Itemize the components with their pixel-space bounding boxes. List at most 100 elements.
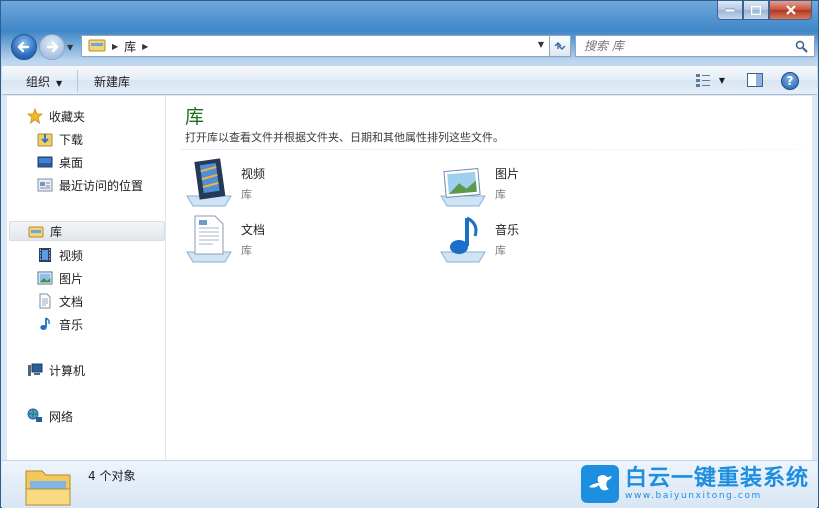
computer-icon <box>27 362 43 378</box>
library-name: 视频 <box>241 167 266 181</box>
desktop-icon <box>37 154 53 170</box>
sidebar-item-computer[interactable]: 计算机 <box>27 360 85 380</box>
sidebar-item-favorites[interactable]: 收藏夹 <box>27 106 85 126</box>
videos-icon <box>37 247 53 263</box>
explorer-window: ▼ ▶ 库 ▶ ▼ 组织 ▼ 新建库 <box>0 0 819 508</box>
maximize-button[interactable] <box>743 1 769 20</box>
sidebar-item-videos[interactable]: 视频 <box>37 245 83 265</box>
refresh-icon <box>554 42 566 50</box>
close-button[interactable] <box>769 1 812 20</box>
sidebar-item-label: 视频 <box>59 248 84 263</box>
search-icon[interactable] <box>795 40 808 56</box>
library-folder-icon <box>28 223 44 239</box>
bird-icon <box>580 465 619 503</box>
library-folder-icon <box>24 463 72 508</box>
watermark-title: 白云一键重装系统 <box>624 466 809 491</box>
search-input[interactable] <box>584 37 794 55</box>
page-description: 打开库以查看文件并根据文件夹、日期和其他属性排列这些文件。 <box>185 131 504 144</box>
sidebar-item-downloads[interactable]: 下载 <box>37 129 83 149</box>
navigation-pane[interactable]: 收藏夹 下载 桌面 最近访问的位置 库 视频 图片 文档 音乐 计算机 网络 <box>7 96 166 460</box>
organize-menu-button[interactable]: 组织 ▼ <box>26 73 62 90</box>
help-button[interactable]: ? <box>781 72 799 90</box>
library-type: 库 <box>241 188 252 201</box>
sidebar-item-label: 图片 <box>59 271 84 286</box>
music-icon <box>37 316 53 332</box>
view-options-icon <box>695 74 710 87</box>
library-type: 库 <box>495 244 506 257</box>
videos-library-icon <box>185 158 235 208</box>
library-item-pictures[interactable]: 图片 库 <box>439 158 519 208</box>
item-count: 4 个对象 <box>88 469 136 483</box>
pictures-icon <box>37 270 53 286</box>
change-view-button[interactable]: ▼ <box>695 73 725 87</box>
address-history-dropdown[interactable]: ▼ <box>538 40 544 49</box>
forward-arrow-icon <box>46 41 59 53</box>
search-box[interactable] <box>575 35 815 57</box>
minimize-icon <box>725 8 735 12</box>
sidebar-item-label: 文档 <box>59 294 84 309</box>
watermark-logo: 白云一键重装系统 www.baiyunxitong.com <box>580 465 809 503</box>
library-item-documents[interactable]: 文档 库 <box>185 214 265 264</box>
breadcrumb-separator-icon[interactable]: ▶ <box>142 42 148 51</box>
library-folder-icon <box>88 37 106 55</box>
refresh-button[interactable] <box>549 35 571 57</box>
maximize-icon <box>751 5 761 15</box>
chevron-down-icon: ▼ <box>718 75 725 85</box>
sidebar-item-pictures[interactable]: 图片 <box>37 268 83 288</box>
library-type: 库 <box>495 188 506 201</box>
content-area: 收藏夹 下载 桌面 最近访问的位置 库 视频 图片 文档 音乐 计算机 网络 库… <box>7 96 812 460</box>
sidebar-item-libraries[interactable]: 库 <box>9 221 165 241</box>
sidebar-item-music[interactable]: 音乐 <box>37 314 83 334</box>
sidebar-item-label: 桌面 <box>59 155 84 170</box>
address-bar[interactable]: ▶ 库 ▶ ▼ <box>81 35 551 57</box>
sidebar-item-network[interactable]: 网络 <box>27 406 73 426</box>
back-arrow-icon <box>17 41 30 53</box>
library-view: 库 打开库以查看文件并根据文件夹、日期和其他属性排列这些文件。 视频 库 图片 … <box>167 96 812 460</box>
preview-pane-button[interactable] <box>747 73 763 90</box>
library-name: 音乐 <box>495 223 520 237</box>
navigation-bar: ▼ ▶ 库 ▶ ▼ <box>9 31 815 60</box>
sidebar-item-desktop[interactable]: 桌面 <box>37 152 83 172</box>
sidebar-item-documents[interactable]: 文档 <box>37 291 83 311</box>
recent-pages-dropdown[interactable]: ▼ <box>67 43 73 52</box>
pictures-library-icon <box>439 158 489 208</box>
command-bar: 组织 ▼ 新建库 ▼ ? <box>2 65 817 95</box>
sidebar-item-recent-places[interactable]: 最近访问的位置 <box>37 175 143 195</box>
toolbar-divider <box>77 70 78 92</box>
recent-places-icon <box>37 177 53 193</box>
preview-pane-icon <box>747 73 763 87</box>
downloads-icon <box>37 131 53 147</box>
window-controls <box>717 1 812 20</box>
organize-label: 组织 <box>26 75 51 89</box>
network-icon <box>27 408 43 424</box>
page-title: 库 <box>185 106 205 128</box>
breadcrumb-library[interactable]: 库 <box>124 38 136 55</box>
music-library-icon <box>439 214 489 264</box>
sidebar-item-label: 最近访问的位置 <box>59 178 144 193</box>
help-icon: ? <box>786 74 794 88</box>
library-item-music[interactable]: 音乐 库 <box>439 214 519 264</box>
star-icon <box>27 108 43 124</box>
documents-icon <box>37 293 53 309</box>
close-icon <box>785 5 796 15</box>
chevron-down-icon: ▼ <box>56 79 63 88</box>
breadcrumb-separator-icon[interactable]: ▶ <box>112 42 118 51</box>
forward-button[interactable] <box>39 34 65 60</box>
library-name: 图片 <box>495 167 520 181</box>
library-item-videos[interactable]: 视频 库 <box>185 158 265 208</box>
sidebar-item-label: 音乐 <box>59 317 84 332</box>
documents-library-icon <box>185 214 235 264</box>
library-name: 文档 <box>241 223 266 237</box>
back-button[interactable] <box>11 34 37 60</box>
new-library-button[interactable]: 新建库 <box>94 73 130 90</box>
sidebar-item-label: 库 <box>50 224 63 239</box>
minimize-button[interactable] <box>717 1 743 20</box>
sidebar-item-label: 下载 <box>59 132 84 147</box>
header-divider <box>181 149 804 150</box>
sidebar-item-label: 网络 <box>49 409 74 424</box>
library-type: 库 <box>241 244 252 257</box>
details-pane: 4 个对象 白云一键重装系统 www.baiyunxitong.com <box>2 460 817 508</box>
sidebar-item-label: 收藏夹 <box>49 109 86 124</box>
watermark-url: www.baiyunxitong.com <box>624 491 762 501</box>
sidebar-item-label: 计算机 <box>49 363 86 378</box>
